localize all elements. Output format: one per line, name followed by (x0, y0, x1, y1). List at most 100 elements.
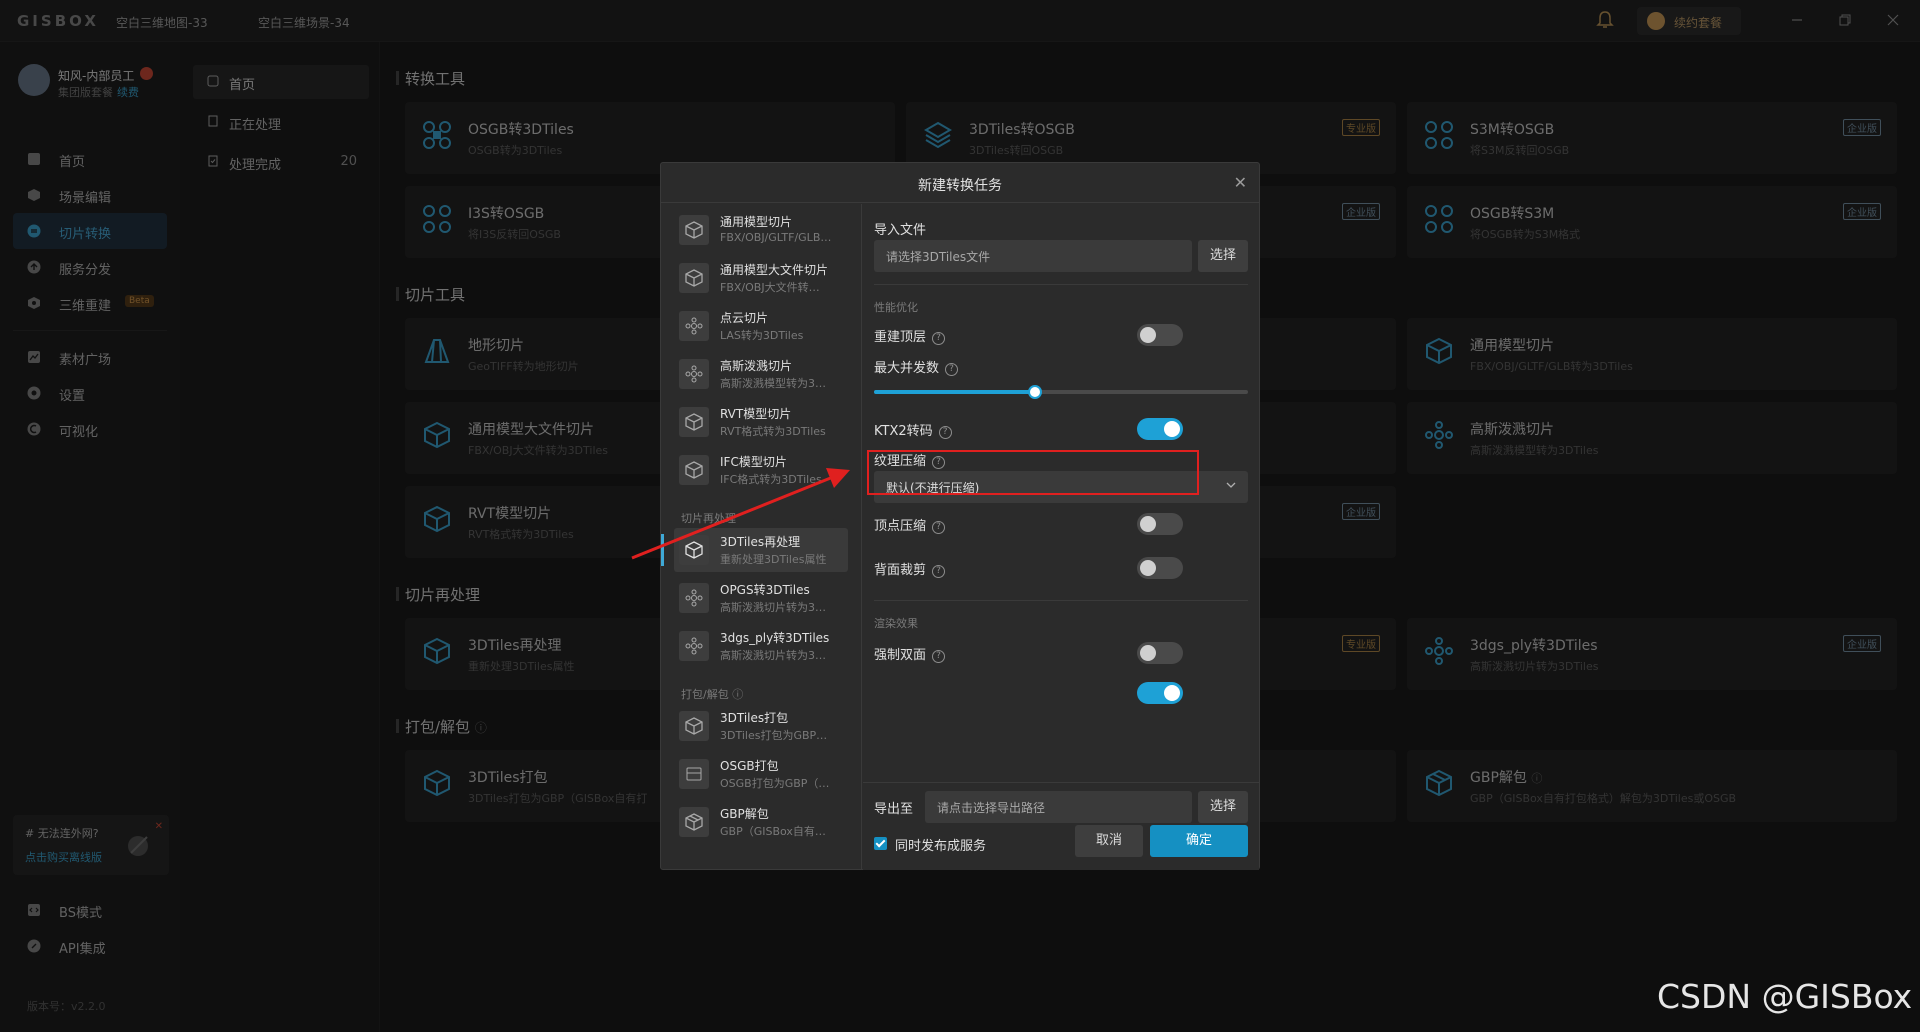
task-item-rvt[interactable]: RVT模型切片 RVT格式转为3DTiles (674, 400, 848, 444)
task-item-general-model[interactable]: 通用模型切片 FBX/OBJ/GLTF/GLB… (674, 208, 848, 252)
rebuild-top-toggle[interactable] (1137, 324, 1183, 346)
task-item-title: 3DTiles打包 (720, 711, 789, 725)
dialog-header: 新建转换任务 ✕ (661, 163, 1259, 203)
archive-icon (679, 759, 709, 789)
gaussian-icon (679, 583, 709, 613)
toggle-knob (1140, 560, 1156, 576)
task-item-title: 高斯泼溅切片 (720, 359, 793, 373)
help-icon[interactable]: ? (932, 650, 946, 663)
gaussian-icon (679, 359, 709, 389)
close-icon[interactable]: ✕ (1234, 173, 1247, 192)
max-concurrency-slider[interactable] (874, 385, 1248, 399)
help-icon[interactable]: ? (938, 426, 952, 439)
ktx2-label: KTX2转码? (874, 420, 952, 439)
task-item-desc: 重新处理3DTiles属性 (720, 553, 827, 566)
point-cloud-icon (679, 311, 709, 341)
divider (874, 600, 1248, 601)
task-item-desc: 高斯泼溅切片转为3… (720, 601, 826, 614)
cube-icon (679, 407, 709, 437)
vertex-compress-label: 顶点压缩? (874, 515, 946, 534)
group-label-performance: 性能优化 (874, 301, 918, 314)
task-item-title: IFC模型切片 (720, 455, 787, 469)
import-label: 导入文件 (874, 223, 927, 238)
task-item-desc: 高斯泼溅模型转为3… (720, 377, 826, 390)
help-icon[interactable]: ? (932, 565, 946, 578)
vertex-compress-text: 顶点压缩 (874, 519, 927, 534)
dialog-title: 新建转换任务 (918, 178, 1002, 194)
max-concurrency-label: 最大并发数? (874, 357, 959, 376)
cube-icon (679, 711, 709, 741)
task-item-3dtiles-reprocess[interactable]: 3DTiles再处理 重新处理3DTiles属性 (661, 528, 848, 572)
task-item-ifc[interactable]: IFC模型切片 IFC格式转为3DTiles (674, 448, 848, 492)
task-item-desc: LAS转为3DTiles (720, 329, 804, 342)
task-item-osgb-pack[interactable]: OSGB打包 OSGB打包为GBP（… (674, 752, 848, 796)
task-item-desc: GBP（GISBox自有… (720, 825, 826, 838)
task-item-title: OPGS转3DTiles (720, 583, 810, 597)
package-icon (679, 807, 709, 837)
vertex-compress-toggle[interactable] (1137, 513, 1183, 535)
new-task-dialog: 新建转换任务 ✕ 通用模型切片 FBX/OBJ/GLTF/GLB… 通用模型大文… (660, 162, 1260, 870)
toggle-knob (1140, 327, 1156, 343)
task-item-title: 3dgs_ply转3DTiles (720, 631, 830, 645)
task-item-3dgs-ply[interactable]: 3dgs_ply转3DTiles 高斯泼溅切片转为3… (674, 624, 848, 668)
cube-icon (679, 215, 709, 245)
backface-cull-toggle[interactable] (1137, 557, 1183, 579)
task-item-desc: 3DTiles打包为GBP… (720, 729, 828, 742)
double-side-label: 强制双面? (874, 644, 946, 663)
task-item-3dtiles-pack[interactable]: 3DTiles打包 3DTiles打包为GBP… (674, 704, 848, 748)
import-file-input[interactable]: 请选择3DTiles文件 (874, 240, 1192, 272)
dialog-footer: 导出至 请点击选择导出路径 选择 同时发布成服务 取消 确定 (863, 782, 1259, 870)
task-item-title: GBP解包 (720, 807, 769, 821)
toggle-knob (1164, 685, 1180, 701)
group-label-reprocess: 切片再处理 (681, 512, 736, 525)
task-item-gaussian[interactable]: 高斯泼溅切片 高斯泼溅模型转为3… (674, 352, 848, 396)
task-item-title: 点云切片 (720, 311, 769, 325)
cube-icon (679, 455, 709, 485)
help-icon[interactable]: ? (932, 521, 946, 534)
task-item-gbp-unpack[interactable]: GBP解包 GBP（GISBox自有… (674, 800, 848, 844)
publish-checkbox[interactable] (874, 837, 887, 850)
toggle-knob (1140, 645, 1156, 661)
task-item-large-model[interactable]: 通用模型大文件切片 FBX/OBJ大文件转… (674, 256, 848, 300)
watermark: CSDN @GISBox (1657, 977, 1913, 1016)
task-item-title: 通用模型大文件切片 (720, 263, 829, 277)
toggle-knob (1164, 421, 1180, 437)
cube-icon (679, 263, 709, 293)
confirm-button[interactable]: 确定 (1150, 825, 1248, 857)
help-icon[interactable]: ? (932, 332, 946, 345)
max-concurrency-text: 最大并发数 (874, 361, 940, 376)
chevron-down-icon (1226, 482, 1236, 490)
cancel-button[interactable]: 取消 (1075, 825, 1143, 857)
backface-cull-label: 背面裁剪? (874, 559, 946, 578)
task-item-desc: IFC格式转为3DTiles (720, 473, 822, 486)
group-label-render: 渲染效果 (874, 617, 918, 630)
import-select-button[interactable]: 选择 (1198, 240, 1248, 272)
export-label: 导出至 (874, 802, 914, 817)
partial-toggle[interactable] (1137, 682, 1183, 704)
export-path-input[interactable]: 请点击选择导出路径 (925, 791, 1192, 823)
ktx2-highlight-box (867, 450, 1199, 495)
gaussian-icon (679, 631, 709, 661)
toggle-knob (1140, 516, 1156, 532)
double-side-text: 强制双面 (874, 648, 927, 663)
divider (874, 284, 1248, 285)
task-form: 导入文件 请选择3DTiles文件 选择 性能优化 重建顶层? 最大并发数? K… (863, 204, 1259, 870)
task-item-title: RVT模型切片 (720, 407, 792, 421)
help-icon[interactable]: ? (945, 363, 959, 376)
double-side-toggle[interactable] (1137, 642, 1183, 664)
task-item-title: OSGB打包 (720, 759, 779, 773)
export-select-button[interactable]: 选择 (1198, 791, 1248, 823)
task-item-opgs[interactable]: OPGS转3DTiles 高斯泼溅切片转为3… (674, 576, 848, 620)
rebuild-top-text: 重建顶层 (874, 330, 927, 345)
ktx2-text: KTX2转码 (874, 424, 933, 439)
backface-cull-text: 背面裁剪 (874, 563, 927, 578)
task-type-list: 通用模型切片 FBX/OBJ/GLTF/GLB… 通用模型大文件切片 FBX/O… (661, 204, 862, 870)
task-item-desc: FBX/OBJ/GLTF/GLB… (720, 231, 832, 244)
task-item-point-cloud[interactable]: 点云切片 LAS转为3DTiles (674, 304, 848, 348)
group-label-pack-text: 打包/解包 (681, 688, 729, 701)
help-icon[interactable]: ⓘ (732, 688, 743, 701)
slider-thumb[interactable] (1027, 385, 1042, 399)
ktx2-toggle[interactable] (1137, 418, 1183, 440)
group-label-pack: 打包/解包 ⓘ (681, 686, 743, 702)
rebuild-top-label: 重建顶层? (874, 326, 946, 345)
